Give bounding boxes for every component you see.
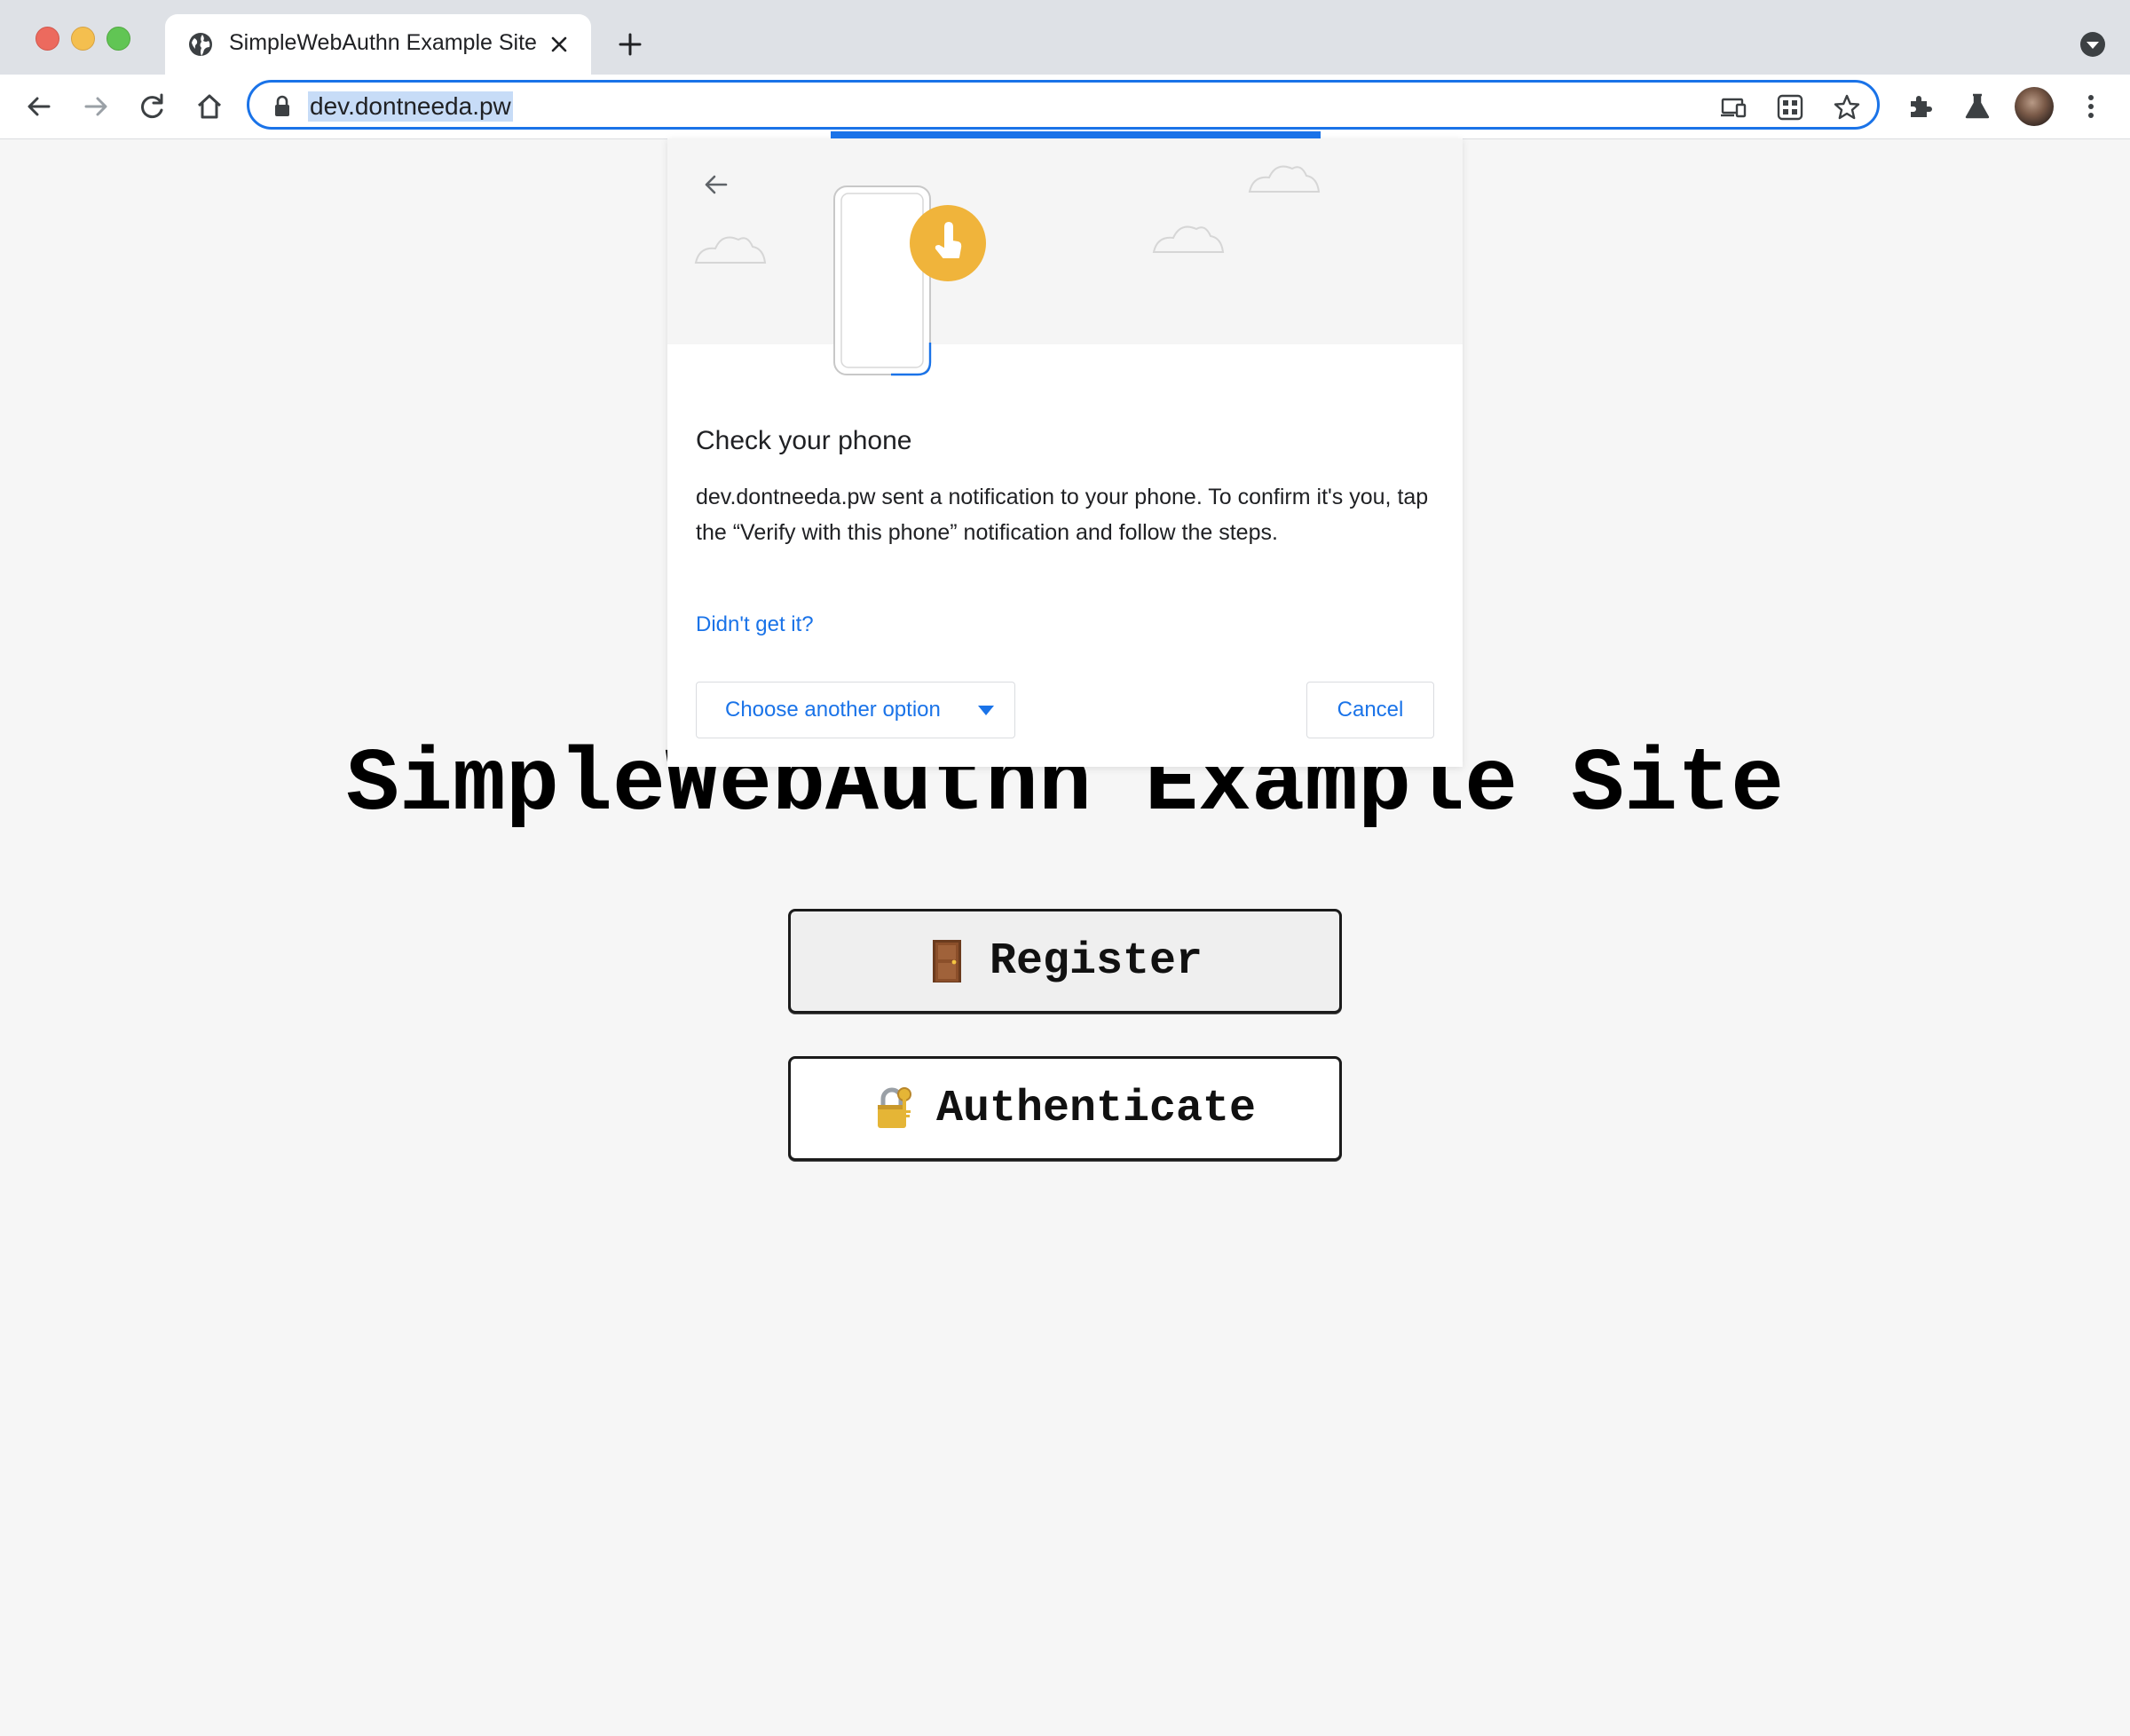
webauthn-dialog: Check your phone dev.dontneeda.pw sent a… xyxy=(667,131,1463,767)
extensions-icon[interactable] xyxy=(1905,91,1937,122)
lock-icon[interactable] xyxy=(272,95,292,118)
choose-option-label: Choose another option xyxy=(725,698,941,722)
close-icon[interactable] xyxy=(548,34,570,55)
dialog-body: dev.dontneeda.pw sent a notification to … xyxy=(696,485,1429,545)
plus-icon[interactable] xyxy=(616,30,644,59)
tab-strip: SimpleWebAuthn Example Site xyxy=(0,0,2130,75)
home-icon[interactable] xyxy=(193,91,225,122)
globe-icon xyxy=(189,33,212,56)
back-arrow-icon[interactable] xyxy=(699,169,731,201)
cast-icon[interactable] xyxy=(1719,93,1747,122)
tab-search-icon[interactable] xyxy=(2079,30,2107,59)
address-bar[interactable]: dev.dontneeda.pw xyxy=(247,80,1880,130)
door-icon xyxy=(932,940,961,982)
active-tab[interactable]: SimpleWebAuthn Example Site xyxy=(165,14,591,75)
zoom-window-button[interactable] xyxy=(106,27,130,51)
choose-another-option-button[interactable]: Choose another option xyxy=(696,682,1015,738)
phone-illustration xyxy=(667,138,1463,376)
caret-down-icon xyxy=(978,706,994,715)
avatar[interactable] xyxy=(2015,87,2054,126)
authenticate-label: Authenticate xyxy=(935,1083,1257,1134)
url-text[interactable]: dev.dontneeda.pw xyxy=(308,91,513,122)
labs-icon[interactable] xyxy=(1961,91,1993,122)
authenticate-button[interactable]: Authenticate xyxy=(788,1056,1342,1161)
qr-icon[interactable] xyxy=(1776,93,1804,122)
reload-icon[interactable] xyxy=(137,91,169,122)
cancel-label: Cancel xyxy=(1337,698,1404,722)
star-icon[interactable] xyxy=(1833,93,1861,122)
cancel-button[interactable]: Cancel xyxy=(1306,682,1434,738)
back-icon[interactable] xyxy=(23,91,55,122)
minimize-window-button[interactable] xyxy=(71,27,95,51)
forward-icon[interactable] xyxy=(80,91,112,122)
register-button[interactable]: Register xyxy=(788,909,1342,1014)
register-label: Register xyxy=(989,935,1203,987)
tab-title: SimpleWebAuthn Example Site xyxy=(229,30,537,55)
browser-toolbar: dev.dontneeda.pw xyxy=(0,75,2130,139)
dialog-title: Check your phone xyxy=(696,426,912,455)
close-window-button[interactable] xyxy=(36,27,59,51)
didnt-get-it-link[interactable]: Didn't get it? xyxy=(696,612,814,637)
menu-icon[interactable] xyxy=(2075,91,2107,122)
lock-with-key-icon xyxy=(877,1087,911,1128)
